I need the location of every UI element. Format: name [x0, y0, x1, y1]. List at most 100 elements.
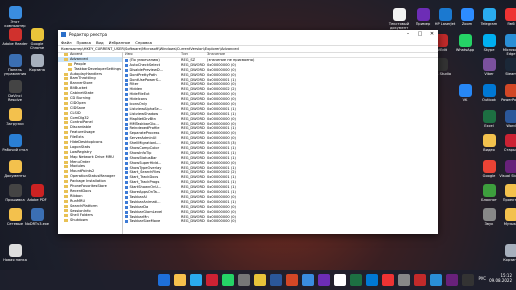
app-icon: [8, 184, 22, 197]
taskbar-app-button[interactable]: [238, 274, 250, 286]
desktop-icon[interactable]: Ямб: [498, 8, 516, 26]
taskbar-app-button[interactable]: [398, 274, 410, 286]
taskbar-app-button[interactable]: [350, 274, 362, 286]
taskbar-app-button[interactable]: [174, 274, 186, 286]
reg-value-icon: [125, 161, 128, 165]
menu-file[interactable]: Файл: [61, 40, 72, 45]
taskbar-app-button[interactable]: [286, 274, 298, 286]
taskbar-app-button[interactable]: [334, 274, 346, 286]
taskbar-app-button[interactable]: [318, 274, 330, 286]
desktop-icon[interactable]: Проекты: [498, 184, 516, 202]
folder-icon: [64, 165, 68, 169]
app-icon: [504, 8, 516, 21]
desktop-icon[interactable]: DaVinci Resolve: [2, 80, 28, 102]
reg-value-icon: [125, 83, 128, 87]
desktop-icon[interactable]: Документы: [2, 160, 28, 178]
key-tree[interactable]: Accent Advanced People TaskbarDeveloperSett…: [58, 52, 123, 234]
taskbar-app-button[interactable]: [270, 274, 282, 286]
desktop-icon[interactable]: Корзина: [498, 244, 516, 262]
taskbar-app-button[interactable]: [366, 274, 378, 286]
desktop-icon-label: Ямб: [507, 22, 515, 26]
minimize-button[interactable]: –: [402, 30, 414, 39]
menu-edit[interactable]: Правка: [77, 40, 91, 45]
app-icon: [504, 34, 516, 47]
desktop-icon[interactable]: Рабочий стол: [2, 134, 28, 152]
taskbar-app-button[interactable]: [254, 274, 266, 286]
reg-value-icon: [125, 142, 128, 146]
desktop-icon[interactable]: Visual Studio: [498, 160, 516, 178]
reg-value-icon: [125, 171, 128, 175]
taskbar-app-button[interactable]: [382, 274, 394, 286]
column-type[interactable]: Тип: [181, 52, 207, 57]
desktop-icon[interactable]: Старый: [498, 134, 516, 152]
desktop-icon[interactable]: Google Chrome: [24, 28, 50, 50]
desktop-icon[interactable]: Загрузки: [2, 108, 28, 126]
app-icon: [504, 160, 516, 173]
value-name: TaskbarSizeMove: [123, 219, 181, 224]
folder-icon: [64, 87, 68, 91]
menu-view[interactable]: Вид: [96, 40, 104, 45]
taskbar-app-button[interactable]: [222, 274, 234, 286]
taskbar-app-button[interactable]: [430, 274, 442, 286]
desktop-icon[interactable]: Музыка: [498, 208, 516, 226]
taskbar-app-button[interactable]: [190, 274, 202, 286]
close-button[interactable]: ✕: [426, 30, 438, 39]
taskbar-app-button[interactable]: [446, 274, 458, 286]
reg-value-icon: [125, 93, 128, 97]
reg-value-icon: [125, 78, 128, 82]
desktop-icon[interactable]: Текстовый документ: [386, 8, 412, 30]
taskbar-app-button[interactable]: [158, 274, 170, 286]
desktop-icon[interactable]: Новая папка: [2, 244, 28, 262]
desktop-icon[interactable]: PowerPoint: [498, 84, 516, 102]
menu-help[interactable]: Справка: [135, 40, 152, 45]
desktop-icon-label: Google Chrome: [29, 42, 45, 50]
desktop-icon[interactable]: NoDRTv3.exe: [24, 208, 50, 226]
language-indicator[interactable]: РУС: [478, 276, 486, 281]
desktop-icon[interactable]: VK: [452, 84, 478, 102]
app-icon: [482, 34, 496, 47]
app-icon: [392, 8, 406, 21]
taskbar-app-button[interactable]: [206, 274, 218, 286]
value-data: 0x00000000 (0): [207, 219, 236, 224]
reg-value-icon: [125, 117, 128, 121]
app-icon: [482, 134, 496, 147]
tree-item[interactable]: Shutdown: [58, 218, 122, 223]
reg-value-icon: [125, 112, 128, 116]
desktop-icon-label: Microsoft Edge: [502, 48, 516, 56]
reg-value-icon: [125, 98, 128, 102]
column-value[interactable]: Значение: [207, 52, 438, 57]
value-row[interactable]: TaskbarSizeMove REG_DWORD 0x00000000 (0): [123, 219, 438, 224]
reg-value-icon: [125, 73, 128, 77]
app-icon: [30, 54, 44, 67]
folder-icon: [64, 111, 68, 115]
desktop-icon-label: Корзина: [29, 68, 45, 72]
regedit-icon: [61, 32, 66, 37]
desktop-icon-label: Старый: [503, 148, 516, 152]
desktop-icon[interactable]: Word: [498, 110, 516, 128]
taskbar-app-button[interactable]: [414, 274, 426, 286]
desktop-icon-label: DaVinci Resolve: [8, 94, 22, 102]
app-icon: [8, 28, 22, 41]
column-name[interactable]: Имя: [123, 52, 181, 57]
maximize-button[interactable]: □: [414, 30, 426, 39]
desktop-icon-label: Steam: [505, 72, 516, 76]
app-icon: [482, 58, 496, 71]
desktop-icon[interactable]: Adobe PDF: [24, 184, 50, 202]
desktop-icon[interactable]: Этот компьютер: [2, 6, 28, 28]
desktop-icon-label: Word: [506, 124, 516, 128]
desktop-icon[interactable]: WhatsApp: [452, 34, 478, 52]
taskbar-app-button[interactable]: [462, 274, 474, 286]
taskbar-app-button[interactable]: [302, 274, 314, 286]
menu-favorites[interactable]: Избранное: [109, 40, 131, 45]
desktop-icon[interactable]: Корзина: [24, 54, 50, 72]
window-titlebar[interactable]: Редактор реестра – □ ✕: [58, 30, 438, 39]
clock[interactable]: 15:12 09.08.2022: [489, 273, 512, 283]
folder-icon: [64, 180, 68, 184]
desktop-icon[interactable]: Steam: [498, 58, 516, 76]
desktop-icon-label: Проекты: [502, 198, 516, 202]
app-icon: [482, 184, 496, 197]
values-list[interactable]: Имя Тип Значение (По умолчанию) REG_SZ (зн…: [123, 52, 438, 234]
folder-icon: [64, 194, 68, 198]
desktop-icon[interactable]: Microsoft Edge: [498, 34, 516, 56]
app-icon: [482, 208, 496, 221]
